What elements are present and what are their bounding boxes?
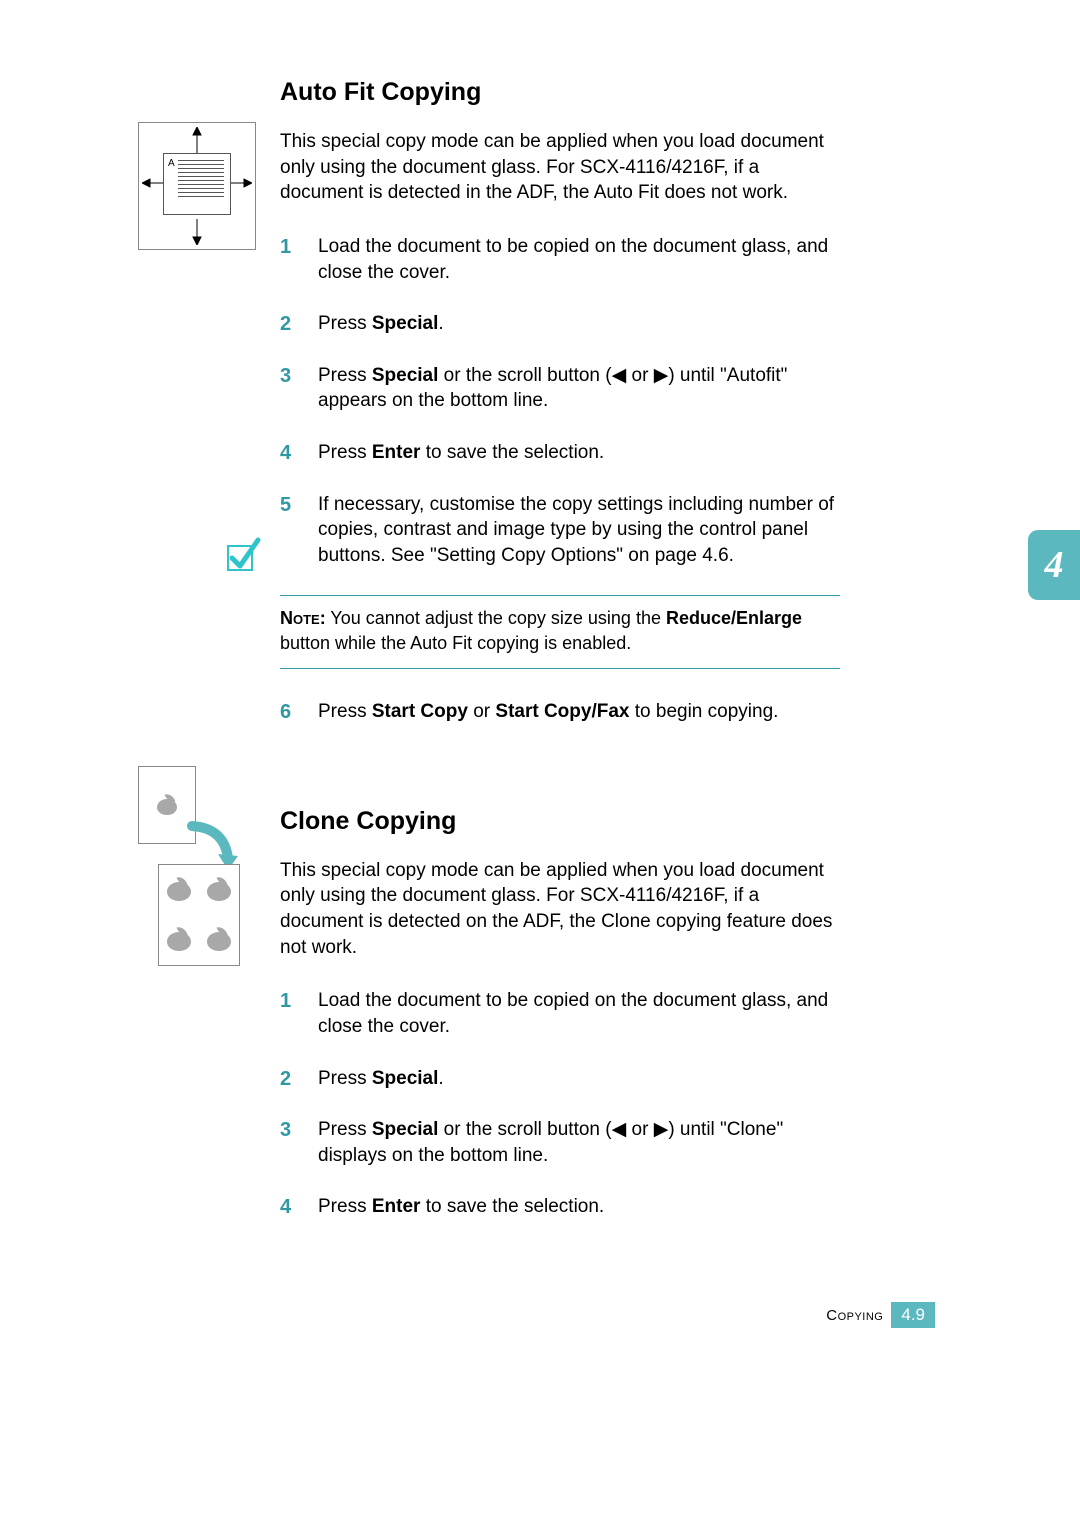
arrow-down-icon	[191, 219, 203, 245]
apple-icon	[167, 928, 191, 952]
chapter-tab: 4	[1028, 530, 1080, 600]
step-item: 3 Press Special or the scroll button (◀ o…	[280, 1117, 840, 1168]
figure-autofit: A	[138, 122, 256, 250]
figure-autofit-inner: A	[163, 153, 231, 215]
arrow-up-icon	[191, 127, 203, 153]
page-footer: Copying 4.9	[826, 1302, 935, 1328]
step-text: Press Special or the scroll button (◀ or…	[318, 365, 787, 412]
note-checkmark-icon	[222, 534, 262, 574]
step-item: 1 Load the document to be copied on the d…	[280, 234, 840, 285]
step-number: 2	[280, 1066, 291, 1093]
content-column: Auto Fit Copying This special copy mode …	[280, 78, 840, 1246]
step-item: 5 If necessary, customise the copy settin…	[280, 492, 840, 569]
section2-steps: 1 Load the document to be copied on the d…	[280, 988, 840, 1220]
note-block: Note: You cannot adjust the copy size us…	[280, 595, 840, 669]
step-text: Load the document to be copied on the do…	[318, 236, 828, 283]
step-number: 4	[280, 440, 291, 467]
apple-icon	[207, 928, 231, 952]
section-title-clone: Clone Copying	[280, 807, 840, 836]
step-item: 6 Press Start Copy or Start Copy/Fax to b…	[280, 699, 840, 725]
figure-clone-result	[158, 864, 240, 966]
step-item: 1 Load the document to be copied on the d…	[280, 988, 840, 1039]
step-number: 1	[280, 988, 291, 1015]
step-text: Press Special.	[318, 1068, 444, 1089]
footer-page-number: 4.9	[891, 1302, 935, 1328]
step-item: 4 Press Enter to save the selection.	[280, 1194, 840, 1220]
page: A Auto Fit Copying This special copy mod…	[0, 0, 1080, 1523]
arrow-right-icon	[230, 177, 252, 189]
apple-icon	[207, 878, 231, 902]
chapter-number: 4	[1045, 543, 1064, 587]
step-text: Load the document to be copied on the do…	[318, 990, 828, 1037]
step-number: 2	[280, 311, 291, 338]
apple-icon	[167, 878, 191, 902]
section1-intro: This special copy mode can be applied wh…	[280, 129, 840, 206]
section2: Clone Copying This special copy mode can…	[280, 807, 840, 1220]
step-number: 5	[280, 492, 291, 519]
apple-icon	[157, 795, 177, 815]
step-text: Press Special.	[318, 313, 444, 334]
section1-steps-after-note: 6 Press Start Copy or Start Copy/Fax to b…	[280, 699, 840, 725]
step-number: 3	[280, 363, 291, 390]
figure-autofit-label: A	[168, 158, 175, 169]
section2-intro: This special copy mode can be applied wh…	[280, 858, 840, 961]
footer-section-label: Copying	[826, 1307, 883, 1324]
step-text: Press Special or the scroll button (◀ or…	[318, 1119, 783, 1166]
step-item: 2 Press Special.	[280, 311, 840, 337]
section1-steps: 1 Load the document to be copied on the d…	[280, 234, 840, 569]
section-title-autofit: Auto Fit Copying	[280, 78, 840, 107]
step-text: Press Start Copy or Start Copy/Fax to be…	[318, 701, 778, 722]
arrow-left-icon	[142, 177, 164, 189]
step-text: Press Enter to save the selection.	[318, 1196, 604, 1217]
step-text: If necessary, customise the copy setting…	[318, 494, 834, 566]
figure-clone	[138, 766, 258, 966]
step-number: 1	[280, 234, 291, 261]
step-item: 3 Press Special or the scroll button (◀ o…	[280, 363, 840, 414]
step-number: 4	[280, 1194, 291, 1221]
note-text: Note: You cannot adjust the copy size us…	[280, 608, 802, 653]
step-number: 3	[280, 1117, 291, 1144]
step-item: 2 Press Special.	[280, 1066, 840, 1092]
step-number: 6	[280, 699, 291, 726]
step-text: Press Enter to save the selection.	[318, 442, 604, 463]
figure-lines	[178, 160, 224, 200]
step-item: 4 Press Enter to save the selection.	[280, 440, 840, 466]
